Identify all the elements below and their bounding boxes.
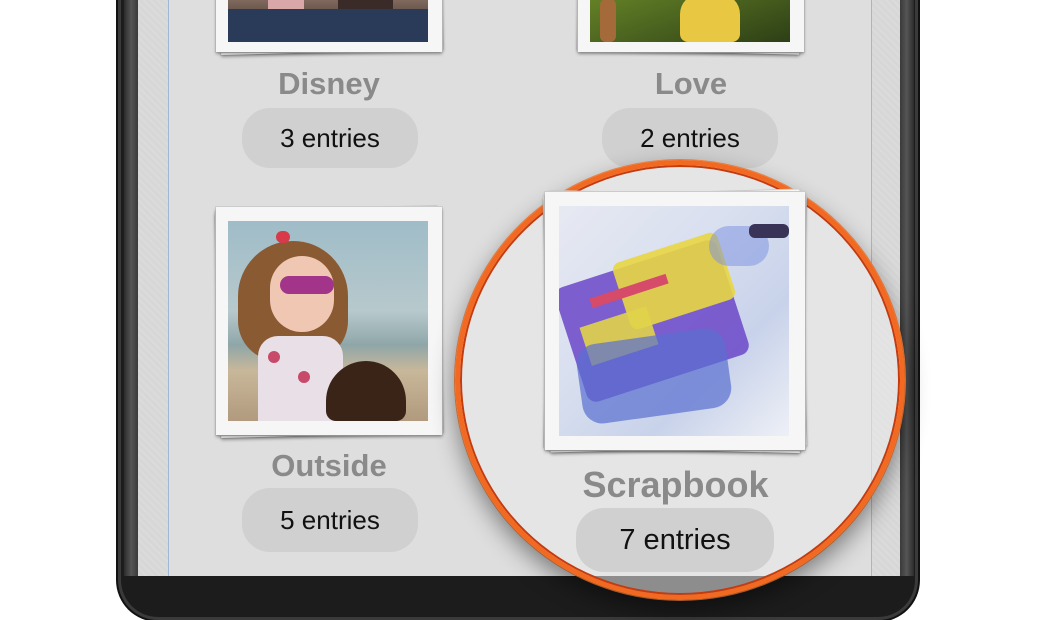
photo-thumbnail-icon xyxy=(559,206,789,436)
album-thumbnail-stack xyxy=(543,189,808,455)
album-outside[interactable]: Outside 5 entries xyxy=(214,205,444,552)
album-love[interactable]: Love 2 entries xyxy=(576,0,806,170)
album-entry-count: 2 entries xyxy=(602,108,778,168)
album-entry-count: 5 entries xyxy=(242,488,418,552)
album-title: Disney xyxy=(278,66,380,101)
photo-thumbnail-icon xyxy=(590,0,790,42)
album-title: Scrapbook xyxy=(582,464,769,505)
album-title: Outside xyxy=(271,448,387,483)
album-thumbnail-stack xyxy=(214,205,444,441)
album-title: Love xyxy=(654,66,728,101)
album-thumbnail-stack xyxy=(576,0,806,56)
album-entry-count: 3 entries xyxy=(242,108,418,168)
album-entry-count: 7 entries xyxy=(576,508,774,572)
album-thumbnail-stack xyxy=(214,0,444,56)
photo-thumbnail-icon xyxy=(228,221,428,421)
photo-thumbnail-icon xyxy=(228,0,428,42)
album-disney[interactable]: Disney 3 entries xyxy=(214,0,444,170)
album-scrapbook[interactable]: Scrapbook 7 entries xyxy=(543,189,808,576)
